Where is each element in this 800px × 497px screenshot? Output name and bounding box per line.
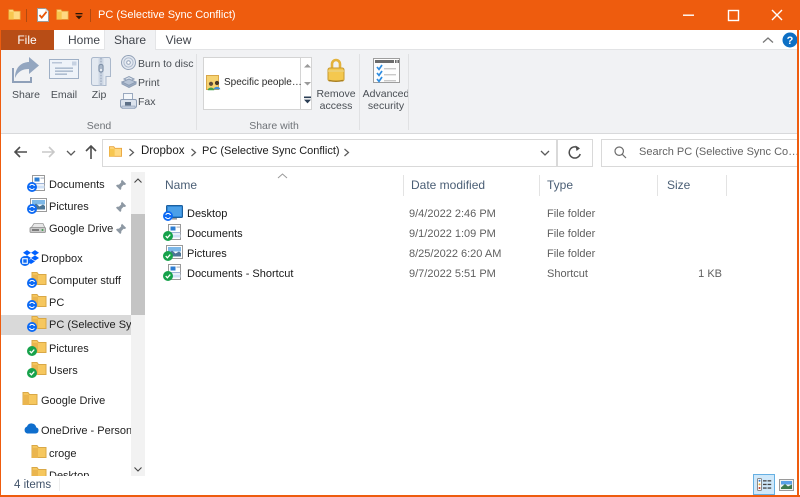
svg-text:?: ? [787, 35, 794, 47]
